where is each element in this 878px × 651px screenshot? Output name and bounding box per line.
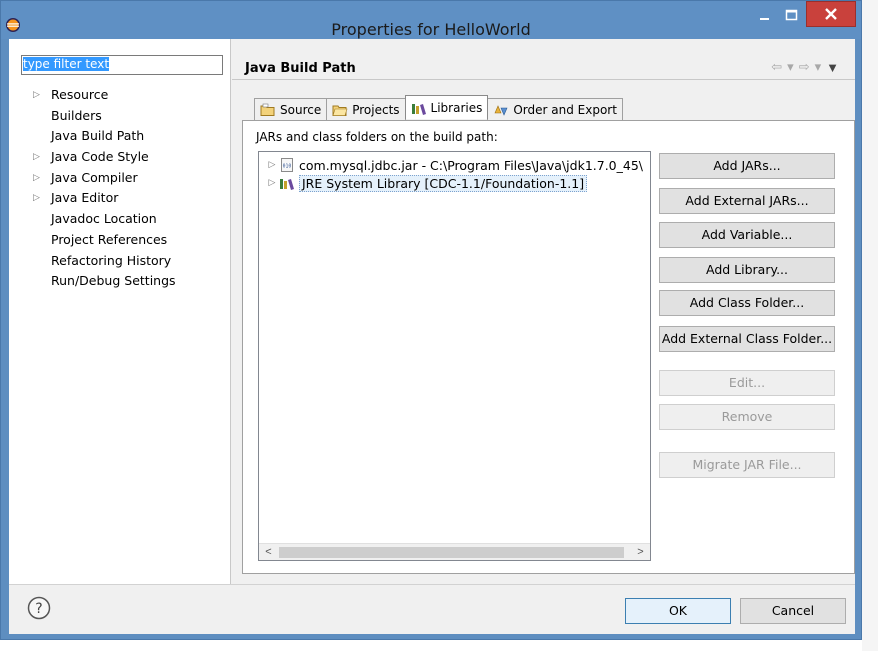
tab-libraries[interactable]: Libraries	[404, 95, 489, 119]
nav-item-run-debug-settings[interactable]: Run/Debug Settings	[21, 271, 176, 292]
nav-item-java-code-style[interactable]: ▷ Java Code Style	[21, 147, 176, 168]
tab-order-and-export[interactable]: Order and Export	[487, 98, 623, 120]
cancel-button[interactable]: Cancel	[740, 598, 846, 624]
projects-folder-icon	[332, 105, 348, 116]
scroll-right-icon[interactable]: >	[633, 545, 648, 560]
add-variable-button[interactable]: Add Variable...	[659, 222, 835, 248]
expand-arrow-icon[interactable]: ▷	[33, 85, 40, 105]
nav-item-java-build-path[interactable]: Java Build Path	[21, 126, 176, 147]
header-divider	[232, 79, 855, 80]
tab-label: Libraries	[430, 100, 483, 115]
page-header: Java Build Path ⇦ ▾ ⇨ ▾ ▼	[232, 49, 855, 89]
help-button[interactable]: ?	[27, 596, 51, 620]
history-navigation: ⇦ ▾ ⇨ ▾ ▼	[771, 59, 839, 75]
filter-placeholder: type filter text	[23, 57, 110, 71]
library-item-label: com.mysql.jdbc.jar - C:\Program Files\Ja…	[299, 157, 643, 173]
horizontal-scrollbar[interactable]: < >	[259, 543, 650, 560]
expand-arrow-icon[interactable]: ▷	[265, 160, 279, 170]
add-jars-button[interactable]: Add JARs...	[659, 153, 835, 179]
nav-item-label: Java Editor	[51, 190, 119, 206]
expand-arrow-icon[interactable]: ▷	[265, 178, 279, 188]
nav-item-label: Javadoc Location	[51, 211, 157, 227]
library-item-jre-system-library[interactable]: ▷ JRE System Library [CDC-1.1/Foundation…	[259, 174, 650, 192]
build-path-tabs: Source Projects Libraries Order and Expo…	[254, 95, 623, 120]
expand-arrow-icon[interactable]: ▷	[33, 147, 40, 167]
jre-library-icon	[280, 179, 294, 190]
view-menu-icon[interactable]: ▼	[826, 60, 839, 75]
back-arrow-icon[interactable]: ⇦	[771, 59, 782, 75]
tab-label: Source	[280, 102, 322, 117]
tab-projects[interactable]: Projects	[326, 98, 406, 120]
tab-label: Projects	[352, 102, 400, 117]
add-external-jars-button[interactable]: Add External JARs...	[659, 188, 835, 214]
source-folder-icon	[260, 103, 275, 116]
nav-item-java-compiler[interactable]: ▷ Java Compiler	[21, 168, 176, 189]
help-icon: ?	[27, 596, 51, 620]
svg-text:?: ?	[35, 601, 42, 617]
order-export-icon	[494, 104, 508, 116]
library-tree[interactable]: ▷ 010 com.mysql.jdbc.jar - C:\Program Fi…	[258, 151, 651, 561]
back-menu-caret-icon[interactable]: ▾	[787, 59, 794, 75]
jar-icon: 010	[281, 158, 293, 172]
forward-menu-caret-icon[interactable]: ▾	[815, 59, 822, 75]
properties-nav-tree: ▷ Resource Builders Java Build Path ▷ Ja…	[21, 85, 176, 292]
nav-item-label: Java Compiler	[51, 169, 138, 185]
nav-item-label: Java Build Path	[51, 128, 145, 144]
nav-item-label: Project References	[51, 231, 168, 247]
expand-arrow-icon[interactable]: ▷	[33, 168, 40, 188]
svg-text:010: 010	[283, 163, 292, 169]
footer-divider	[9, 584, 855, 585]
tab-label: Order and Export	[513, 102, 617, 117]
nav-item-label: Resource	[51, 87, 109, 102]
expand-arrow-icon[interactable]: ▷	[33, 188, 40, 208]
maximize-icon	[785, 9, 798, 21]
nav-item-label: Builders	[51, 107, 102, 123]
library-item-label: JRE System Library [CDC-1.1/Foundation-1…	[299, 174, 588, 192]
nav-item-java-editor[interactable]: ▷ Java Editor	[21, 188, 176, 209]
close-button[interactable]	[806, 1, 856, 27]
properties-dialog: Properties for HelloWorld type filter te…	[0, 0, 862, 640]
close-icon	[825, 8, 837, 20]
migrate-jar-file-button[interactable]: Migrate JAR File...	[659, 452, 835, 478]
properties-nav-pane: type filter text ▷ Resource Builders Jav…	[9, 39, 231, 584]
nav-item-refactoring-history[interactable]: Refactoring History	[21, 251, 176, 272]
scroll-left-icon[interactable]: <	[261, 545, 276, 560]
background-window-edge	[862, 0, 878, 651]
minimize-button[interactable]	[751, 3, 778, 29]
edit-button[interactable]: Edit...	[659, 370, 835, 396]
build-path-caption: JARs and class folders on the build path…	[256, 130, 498, 144]
add-library-button[interactable]: Add Library...	[659, 257, 835, 283]
title-bar[interactable]: Properties for HelloWorld	[1, 1, 861, 39]
add-external-class-folder-button[interactable]: Add External Class Folder...	[659, 326, 835, 352]
add-class-folder-button[interactable]: Add Class Folder...	[659, 290, 835, 316]
page-title: Java Build Path	[245, 61, 356, 76]
remove-button[interactable]: Remove	[659, 404, 835, 430]
java-build-path-page: Java Build Path ⇦ ▾ ⇨ ▾ ▼ Source Project…	[232, 39, 855, 584]
nav-item-label: Run/Debug Settings	[51, 273, 176, 289]
window-title: Properties for HelloWorld	[331, 20, 531, 39]
forward-arrow-icon[interactable]: ⇨	[799, 59, 810, 75]
ok-button[interactable]: OK	[625, 598, 731, 624]
nav-item-label: Refactoring History	[51, 252, 172, 268]
tab-source[interactable]: Source	[254, 98, 328, 120]
minimize-icon	[760, 18, 769, 20]
library-item-mysql-jar[interactable]: ▷ 010 com.mysql.jdbc.jar - C:\Program Fi…	[259, 156, 650, 174]
filter-input[interactable]: type filter text	[21, 55, 223, 75]
nav-item-builders[interactable]: Builders	[21, 106, 176, 127]
nav-item-label: Java Code Style	[51, 149, 149, 165]
nav-item-project-references[interactable]: Project References	[21, 230, 176, 251]
nav-item-javadoc-location[interactable]: Javadoc Location	[21, 209, 176, 230]
dialog-body: type filter text ▷ Resource Builders Jav…	[9, 39, 855, 634]
nav-item-resource[interactable]: ▷ Resource	[21, 85, 176, 106]
maximize-button[interactable]	[778, 3, 805, 29]
scroll-thumb[interactable]	[279, 547, 624, 558]
libraries-icon	[411, 103, 426, 115]
